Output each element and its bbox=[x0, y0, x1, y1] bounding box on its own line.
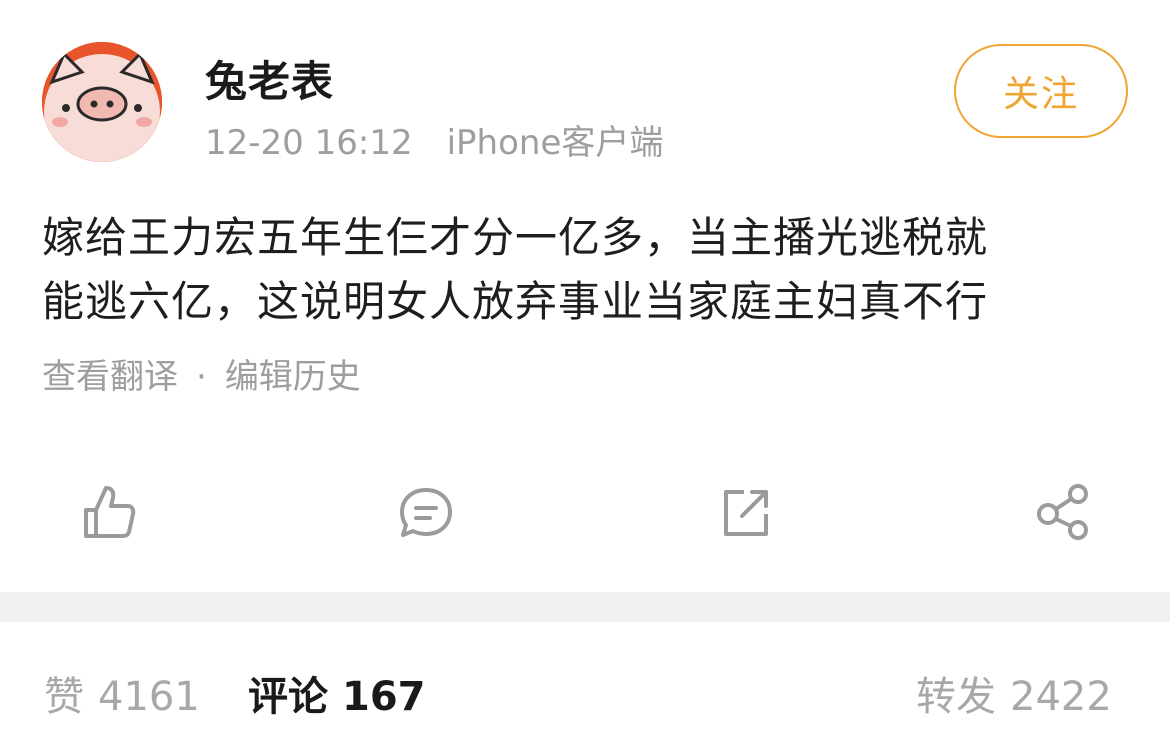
username[interactable]: 兔老表 bbox=[205, 54, 334, 110]
post-sub-actions: 查看翻译 · 编辑历史 bbox=[42, 354, 361, 400]
thumbs-up-icon bbox=[84, 486, 136, 538]
pig-avatar-icon bbox=[42, 42, 162, 162]
follow-button[interactable]: 关注 bbox=[954, 44, 1128, 138]
repost-button[interactable] bbox=[714, 480, 778, 544]
translate-link[interactable]: 查看翻译 bbox=[42, 357, 178, 397]
stats-tabs: 赞 4161 评论 167 转发 2422 bbox=[0, 622, 1170, 730]
post-time: 12-20 16:12 bbox=[205, 123, 413, 163]
separator-dot: · bbox=[196, 357, 207, 397]
section-divider bbox=[0, 592, 1170, 622]
reposts-count: 2422 bbox=[1010, 674, 1112, 720]
post-source: iPhone客户端 bbox=[446, 123, 664, 163]
tab-reposts[interactable]: 转发 2422 bbox=[916, 670, 1112, 724]
tab-comments[interactable]: 评论 167 bbox=[248, 670, 426, 724]
post-content-line: 嫁给王力宏五年生仨才分一亿多，当主播光逃税就 bbox=[42, 213, 989, 262]
like-button[interactable] bbox=[76, 480, 140, 544]
reposts-label: 转发 bbox=[916, 674, 996, 720]
comments-label: 评论 bbox=[248, 674, 328, 720]
weibo-post: 兔老表 12-20 16:12 iPhone客户端 关注 嫁给王力宏五年生仨才分一… bbox=[0, 0, 1170, 592]
likes-label: 赞 bbox=[44, 674, 84, 720]
post-content-line: 能逃六亿，这说明女人放弃事业当家庭主妇真不行 bbox=[42, 277, 989, 326]
likes-count: 4161 bbox=[98, 674, 200, 720]
post-meta: 12-20 16:12 iPhone客户端 bbox=[205, 120, 663, 166]
edit-history-link[interactable]: 编辑历史 bbox=[225, 357, 361, 397]
share-button[interactable] bbox=[1032, 480, 1096, 544]
tab-likes[interactable]: 赞 4161 bbox=[44, 670, 200, 724]
post-content: 嫁给王力宏五年生仨才分一亿多，当主播光逃税就 能逃六亿，这说明女人放弃事业当家庭… bbox=[42, 206, 1132, 334]
comment-button[interactable] bbox=[394, 480, 458, 544]
repost-icon bbox=[724, 490, 768, 536]
avatar[interactable] bbox=[42, 42, 162, 162]
comment-icon bbox=[400, 488, 452, 537]
share-icon bbox=[1037, 484, 1088, 540]
action-toolbar bbox=[0, 480, 1170, 552]
comments-count: 167 bbox=[342, 674, 426, 720]
